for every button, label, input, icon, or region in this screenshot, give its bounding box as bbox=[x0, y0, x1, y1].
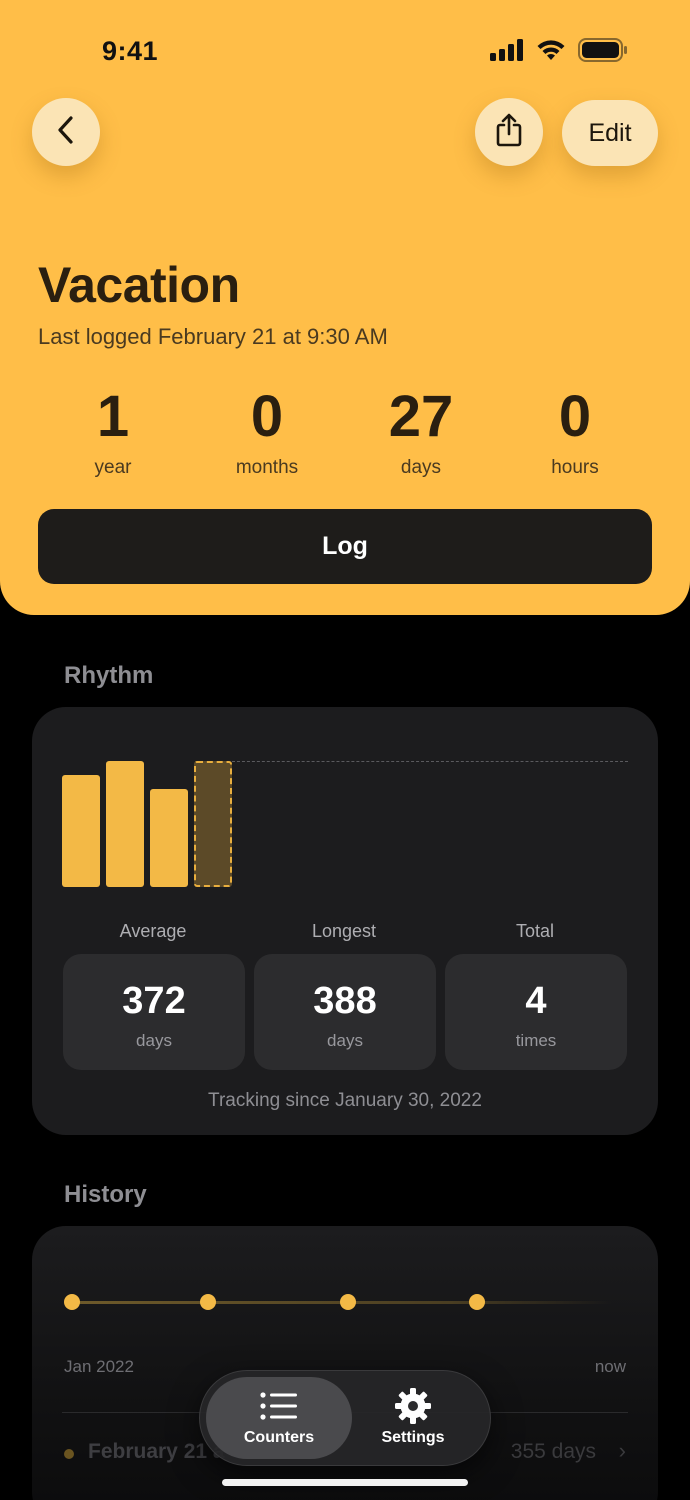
stat-years: 1 year bbox=[38, 385, 188, 479]
status-icons bbox=[490, 38, 628, 67]
status-bar: 9:41 bbox=[0, 0, 690, 100]
history-section-title: History bbox=[64, 1181, 147, 1208]
counter-header: 9:41 Edit Vacation Last logged February … bbox=[0, 0, 690, 615]
stat-unit: hours bbox=[551, 457, 599, 478]
counter-title: Vacation bbox=[38, 257, 240, 313]
metric-box-average: 372 days bbox=[63, 954, 245, 1070]
last-logged-text: Last logged February 21 at 9:30 AM bbox=[38, 324, 388, 349]
rhythm-bar bbox=[150, 789, 188, 887]
metric-label-average: Average bbox=[119, 921, 187, 941]
history-date: February 21 a bbox=[88, 1440, 225, 1463]
home-indicator bbox=[222, 1479, 468, 1486]
stat-days: 27 days bbox=[346, 385, 496, 479]
status-time: 9:41 bbox=[102, 36, 159, 66]
history-duration: 355 days bbox=[510, 1440, 596, 1463]
stat-unit: months bbox=[235, 457, 299, 478]
stat-value: 27 bbox=[388, 384, 454, 449]
timeline-dot[interactable] bbox=[200, 1294, 216, 1310]
current-period-bar bbox=[194, 761, 232, 887]
metric-box-longest: 388 days bbox=[254, 954, 436, 1070]
tab-label: Counters bbox=[243, 1429, 315, 1446]
timeline-start-label: Jan 2022 bbox=[64, 1357, 134, 1376]
timeline-dot[interactable] bbox=[340, 1294, 356, 1310]
metric-value: 388 bbox=[313, 980, 377, 1022]
metric-value: 372 bbox=[122, 980, 186, 1022]
metric-label-longest: Longest bbox=[311, 921, 377, 941]
tab-counters[interactable]: Counters bbox=[206, 1377, 352, 1459]
stat-unit: days bbox=[400, 457, 442, 478]
tracking-since-text: Tracking since January 30, 2022 bbox=[208, 1090, 482, 1111]
rhythm-bar bbox=[62, 775, 100, 887]
stat-value: 0 bbox=[250, 384, 284, 449]
metric-label-total: Total bbox=[515, 921, 555, 941]
timeline-end-label: now bbox=[594, 1357, 626, 1376]
log-button[interactable]: Log bbox=[38, 509, 652, 584]
chevron-right-icon: › bbox=[618, 1438, 626, 1463]
cellular-signal-icon bbox=[490, 39, 524, 66]
rhythm-bar-chart bbox=[62, 747, 628, 889]
battery-icon bbox=[578, 38, 628, 67]
tab-settings[interactable]: Settings bbox=[340, 1377, 486, 1459]
edit-button[interactable]: Edit bbox=[562, 100, 658, 166]
list-icon bbox=[206, 1389, 352, 1423]
stat-hours: 0 hours bbox=[500, 385, 650, 479]
rhythm-bar bbox=[106, 761, 144, 887]
tab-bar: Counters Settings bbox=[199, 1370, 491, 1466]
timeline-dot[interactable] bbox=[64, 1294, 80, 1310]
share-button[interactable] bbox=[475, 98, 543, 166]
gear-icon bbox=[340, 1388, 486, 1424]
average-line bbox=[232, 761, 628, 762]
stat-value: 1 bbox=[96, 384, 130, 449]
metric-value: 4 bbox=[525, 980, 547, 1022]
wifi-icon bbox=[536, 39, 566, 66]
rhythm-card: Average Longest Total 372 days 388 days … bbox=[32, 707, 658, 1135]
share-icon bbox=[494, 112, 524, 153]
metric-unit: days bbox=[136, 1031, 172, 1050]
rhythm-section-title: Rhythm bbox=[64, 662, 154, 689]
timeline-dot[interactable] bbox=[469, 1294, 485, 1310]
metric-unit: times bbox=[515, 1031, 557, 1050]
stat-unit: year bbox=[94, 457, 132, 478]
back-button[interactable] bbox=[32, 98, 100, 166]
elapsed-stats: 1 year 0 months 27 days 0 hours bbox=[38, 385, 652, 485]
history-dot bbox=[64, 1449, 74, 1459]
tab-label: Settings bbox=[381, 1429, 445, 1446]
chevron-left-icon bbox=[55, 115, 77, 150]
stat-months: 0 months bbox=[192, 385, 342, 479]
metric-box-total: 4 times bbox=[445, 954, 627, 1070]
stat-value: 0 bbox=[558, 384, 592, 449]
metric-unit: days bbox=[327, 1031, 363, 1050]
